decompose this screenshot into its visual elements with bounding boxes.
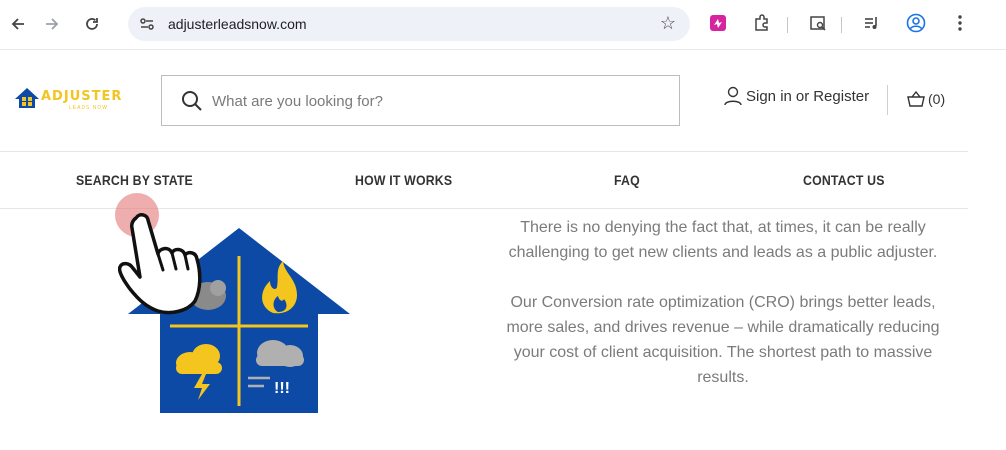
browser-toolbar: adjusterleadsnow.com ☆: [0, 0, 1006, 50]
nav-search-by-state[interactable]: SEARCH BY STATE: [76, 172, 193, 188]
header-divider: [887, 85, 888, 115]
logo-subtext: LEADS NOW: [69, 105, 109, 111]
user-icon[interactable]: [724, 86, 742, 106]
search-input[interactable]: [212, 88, 662, 114]
nav-how-it-works[interactable]: HOW IT WORKS: [355, 172, 452, 188]
puzzle-extensions-icon[interactable]: [750, 11, 774, 35]
hero-text-block: There is no denying the fact that, at ti…: [494, 215, 952, 390]
sign-in-link[interactable]: Sign in: [746, 88, 792, 105]
address-bar[interactable]: adjusterleadsnow.com ☆: [128, 7, 690, 41]
reading-mode-icon[interactable]: [806, 11, 830, 35]
search-icon[interactable]: [180, 89, 204, 113]
alert-marks: !!!: [274, 380, 290, 397]
bookmark-star-icon[interactable]: ☆: [660, 13, 676, 34]
site-logo[interactable]: ADJUSTER LEADS NOW: [14, 87, 124, 115]
or-text: or: [795, 87, 810, 105]
basket-icon: [907, 90, 925, 107]
toolbar-separator: [787, 17, 788, 33]
site-info-icon[interactable]: [138, 15, 156, 33]
back-arrow-icon[interactable]: [4, 10, 32, 38]
cart-button[interactable]: (0): [906, 90, 945, 108]
hero-paragraph: There is no denying the fact that, at ti…: [508, 219, 938, 261]
search-box[interactable]: [161, 75, 680, 126]
hand-pointer-cursor-icon: [118, 213, 202, 315]
nav-faq[interactable]: FAQ: [614, 172, 640, 188]
cart-count: (0): [928, 91, 946, 107]
toolbar-separator: [841, 17, 842, 33]
browser-menu-icon[interactable]: [948, 11, 972, 35]
reload-icon[interactable]: [78, 10, 106, 38]
nav-contact-us[interactable]: CONTACT US: [803, 172, 885, 188]
house-logo-icon: [15, 88, 39, 108]
main-navigation: SEARCH BY STATE HOW IT WORKS FAQ CONTACT…: [0, 166, 968, 194]
forward-arrow-icon[interactable]: [38, 10, 66, 38]
media-control-icon[interactable]: [860, 11, 884, 35]
register-link[interactable]: Register: [813, 88, 869, 105]
header-divider-line: [0, 151, 968, 152]
account-links: Sign in or Register: [724, 86, 869, 106]
profile-avatar-icon[interactable]: [904, 11, 928, 35]
logo-text: ADJUSTER: [41, 89, 123, 104]
hero-paragraph: Our Conversion rate optimization (CRO) b…: [506, 294, 940, 386]
extension-icon[interactable]: [706, 11, 730, 35]
url-text[interactable]: adjusterleadsnow.com: [168, 16, 307, 32]
